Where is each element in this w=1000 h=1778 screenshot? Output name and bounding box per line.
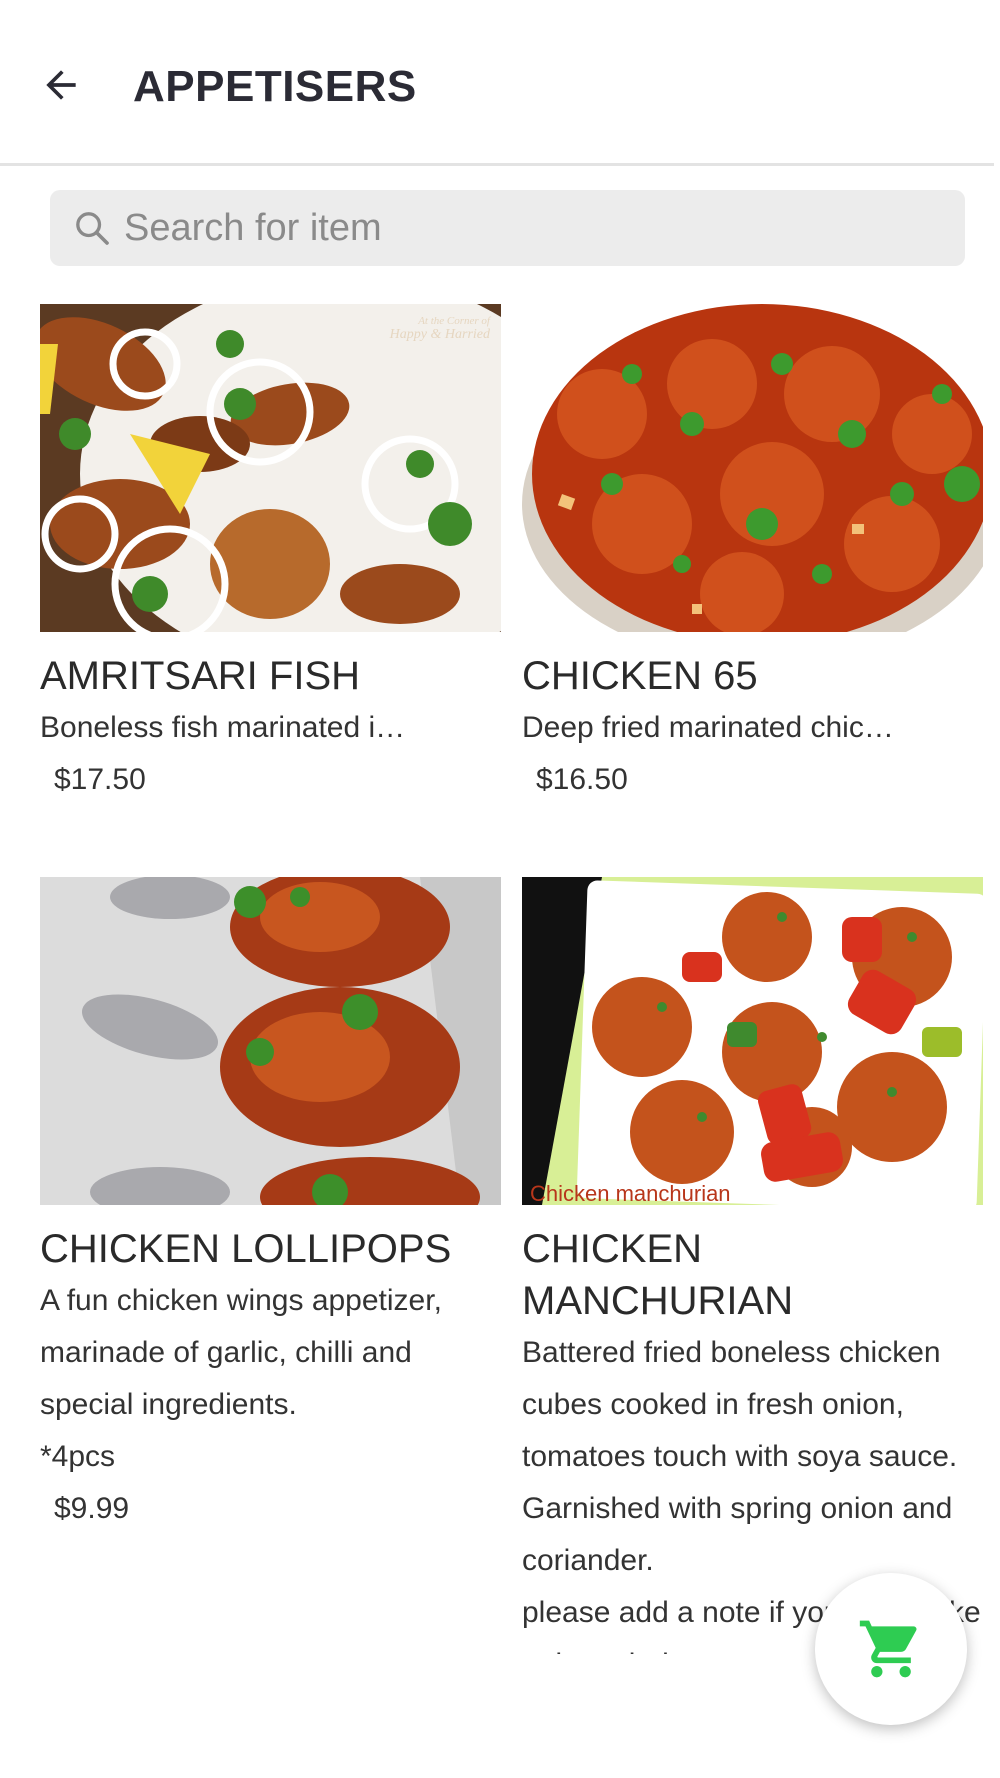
shopping-cart-icon bbox=[859, 1620, 917, 1678]
item-photo[interactable]: Chicken manchurian bbox=[522, 877, 983, 1205]
item-name: AMRITSARI FISH bbox=[40, 654, 361, 698]
item-photo[interactable] bbox=[522, 304, 983, 632]
item-description: A fun chicken wings appetizer, marinade … bbox=[40, 1284, 442, 1421]
item-name: CHICKEN LOLLIPOPS bbox=[40, 1227, 452, 1271]
fish-dish-illustration: At the Corner of Happy & Harried bbox=[40, 304, 501, 632]
item-name: CHICKEN 65 bbox=[522, 654, 758, 698]
back-button[interactable] bbox=[36, 60, 86, 110]
app-screen: APPETISERS Search for item At the Corner… bbox=[0, 0, 1000, 1778]
search-bar[interactable] bbox=[50, 190, 965, 266]
chicken-lollipops-illustration bbox=[40, 877, 501, 1205]
item-photo[interactable] bbox=[40, 877, 501, 1205]
item-price: $9.99 bbox=[54, 1492, 130, 1525]
item-description: Deep fried marinated chic… bbox=[522, 711, 894, 744]
chicken-65-illustration bbox=[522, 304, 983, 632]
item-grid[interactable]: At the Corner of Happy & Harried AMRITSA… bbox=[0, 304, 1000, 1654]
arrow-left-icon bbox=[46, 70, 76, 100]
image-caption: Chicken manchurian bbox=[530, 1181, 731, 1205]
menu-item-card[interactable]: At the Corner of Happy & Harried AMRITSA… bbox=[40, 304, 501, 806]
item-description: Battered fried boneless chicken cubes co… bbox=[522, 1336, 958, 1577]
cart-button[interactable] bbox=[815, 1573, 967, 1725]
item-note: *4pcs bbox=[40, 1440, 116, 1473]
search-icon bbox=[76, 212, 109, 245]
item-description: Boneless fish marinated i… bbox=[40, 711, 406, 744]
item-photo[interactable]: At the Corner of Happy & Harried bbox=[40, 304, 501, 632]
svg-text:Happy & Harried: Happy & Harried bbox=[389, 327, 491, 342]
search-input[interactable] bbox=[124, 206, 965, 250]
menu-item-card[interactable]: CHICKEN LOLLIPOPS A fun chicken wings ap… bbox=[40, 877, 501, 1535]
chicken-manchurian-illustration: Chicken manchurian bbox=[522, 877, 983, 1205]
menu-item-card[interactable]: CHICKEN 65 Deep fried marinated chic… $1… bbox=[522, 304, 983, 806]
item-price: $16.50 bbox=[536, 763, 628, 796]
menu-item-card[interactable]: Chicken manchurian CHICKEN MANCHURIAN Ba… bbox=[522, 877, 983, 1654]
item-name: CHICKEN MANCHURIAN bbox=[522, 1227, 794, 1323]
page-title: APPETISERS bbox=[133, 62, 417, 111]
svg-text:At the Corner of: At the Corner of bbox=[417, 315, 492, 327]
top-app-bar: APPETISERS bbox=[0, 0, 994, 166]
item-price: $17.50 bbox=[54, 763, 146, 796]
